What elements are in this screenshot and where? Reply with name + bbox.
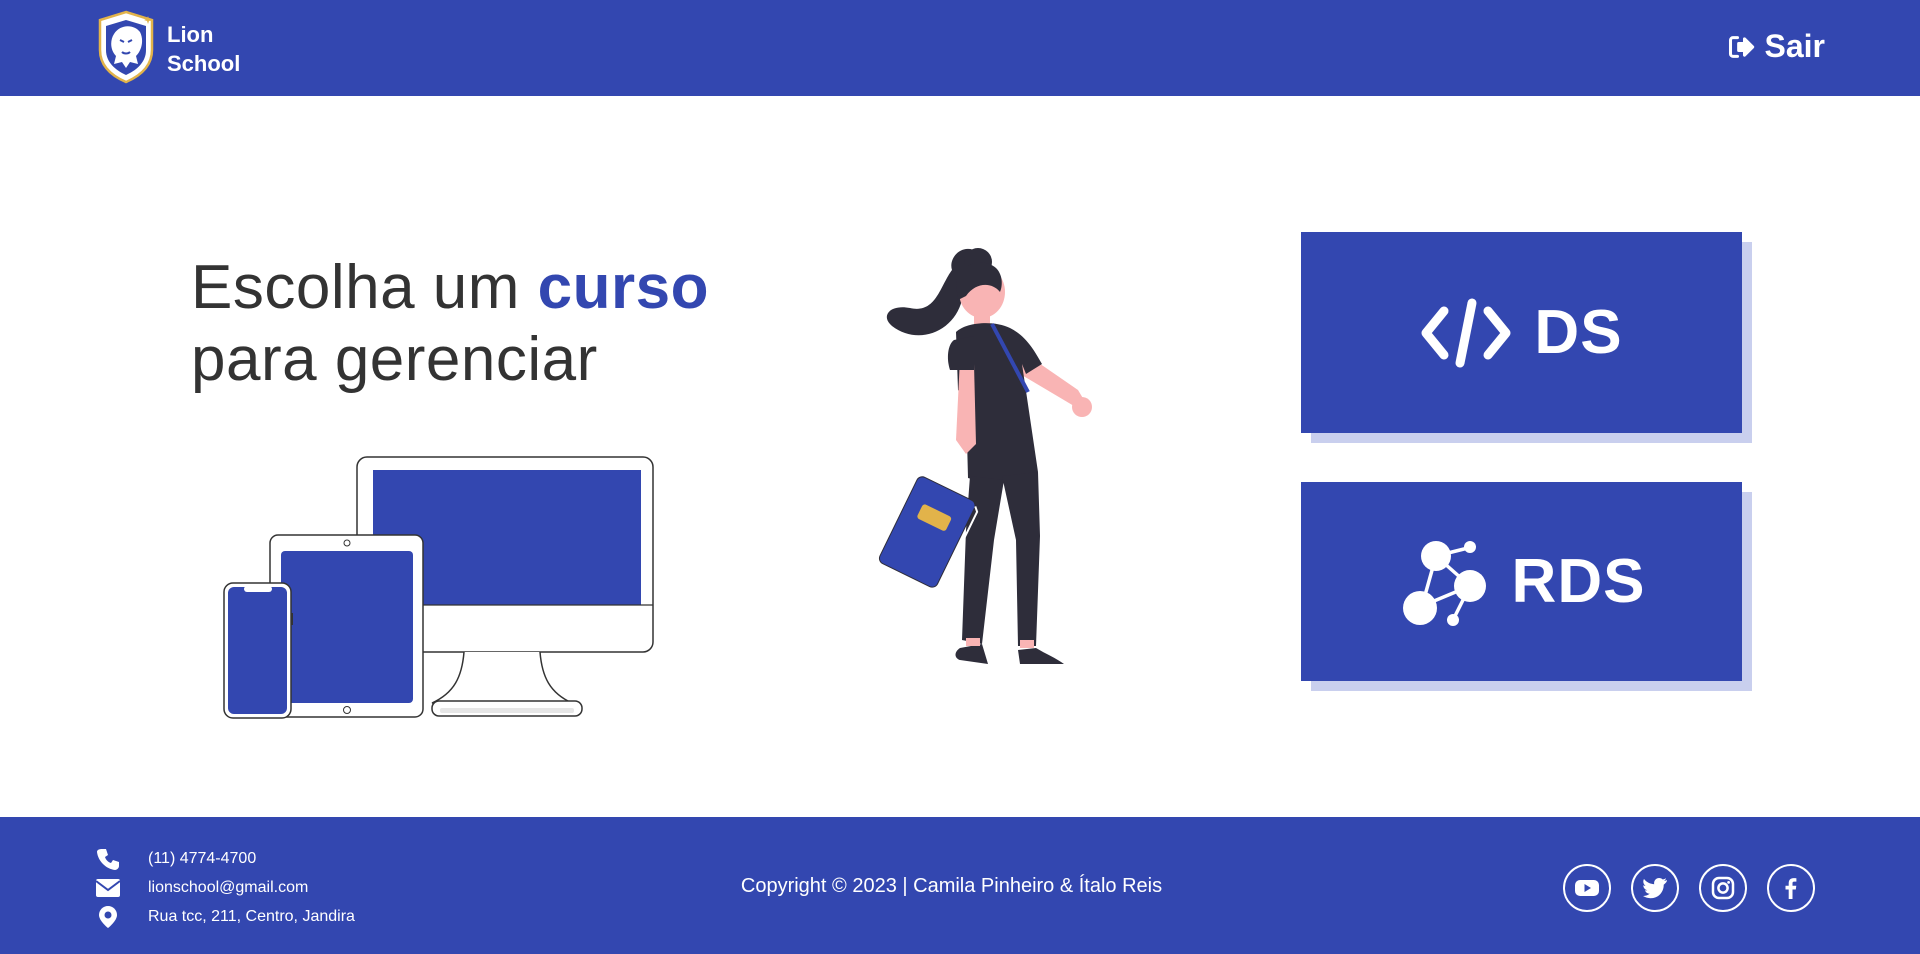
code-icon bbox=[1421, 298, 1511, 367]
facebook-link[interactable] bbox=[1767, 864, 1815, 912]
logout-icon bbox=[1728, 35, 1754, 58]
logout-button[interactable]: Sair bbox=[1727, 28, 1825, 65]
course-label-rds: RDS bbox=[1511, 547, 1646, 616]
headline-accent: curso bbox=[537, 253, 709, 322]
phone-text: (11) 4774-4700 bbox=[148, 849, 257, 867]
logout-label: Sair bbox=[1764, 28, 1825, 64]
course-card-ds[interactable]: DS bbox=[1301, 232, 1742, 433]
headline-part-1: Escolha um bbox=[191, 253, 538, 322]
twitter-link[interactable] bbox=[1631, 864, 1679, 912]
brand-name: Lion School bbox=[167, 20, 240, 78]
student-illustration bbox=[878, 248, 1092, 664]
twitter-icon bbox=[1642, 878, 1667, 899]
social-links bbox=[1563, 864, 1815, 912]
brand-line-2: School bbox=[167, 51, 241, 76]
address-text: Rua tcc, 211, Centro, Jandira bbox=[148, 907, 355, 925]
facebook-icon bbox=[1785, 878, 1797, 899]
page-headline: Escolha um curso para gerenciar bbox=[191, 252, 709, 396]
lion-shield-logo-icon[interactable] bbox=[96, 10, 156, 84]
brand-line-1: Lion bbox=[167, 22, 214, 47]
instagram-link[interactable] bbox=[1699, 864, 1747, 912]
network-icon bbox=[1402, 540, 1486, 626]
top-header: Lion School Sair bbox=[0, 0, 1920, 96]
map-pin-icon bbox=[95, 905, 121, 929]
headline-part-2: para gerenciar bbox=[191, 325, 598, 394]
youtube-link[interactable] bbox=[1563, 864, 1611, 912]
youtube-icon bbox=[1575, 880, 1599, 896]
course-card-rds[interactable]: RDS bbox=[1301, 482, 1742, 681]
page-footer: (11) 4774-4700 lionschool@gmail.com Rua … bbox=[0, 817, 1920, 954]
phone-icon bbox=[95, 847, 121, 871]
devices-illustration bbox=[223, 456, 654, 719]
instagram-icon bbox=[1711, 876, 1735, 900]
contact-phone: (11) 4774-4700 bbox=[95, 844, 355, 873]
course-label-ds: DS bbox=[1534, 298, 1623, 367]
contact-address: Rua tcc, 211, Centro, Jandira bbox=[95, 902, 355, 931]
